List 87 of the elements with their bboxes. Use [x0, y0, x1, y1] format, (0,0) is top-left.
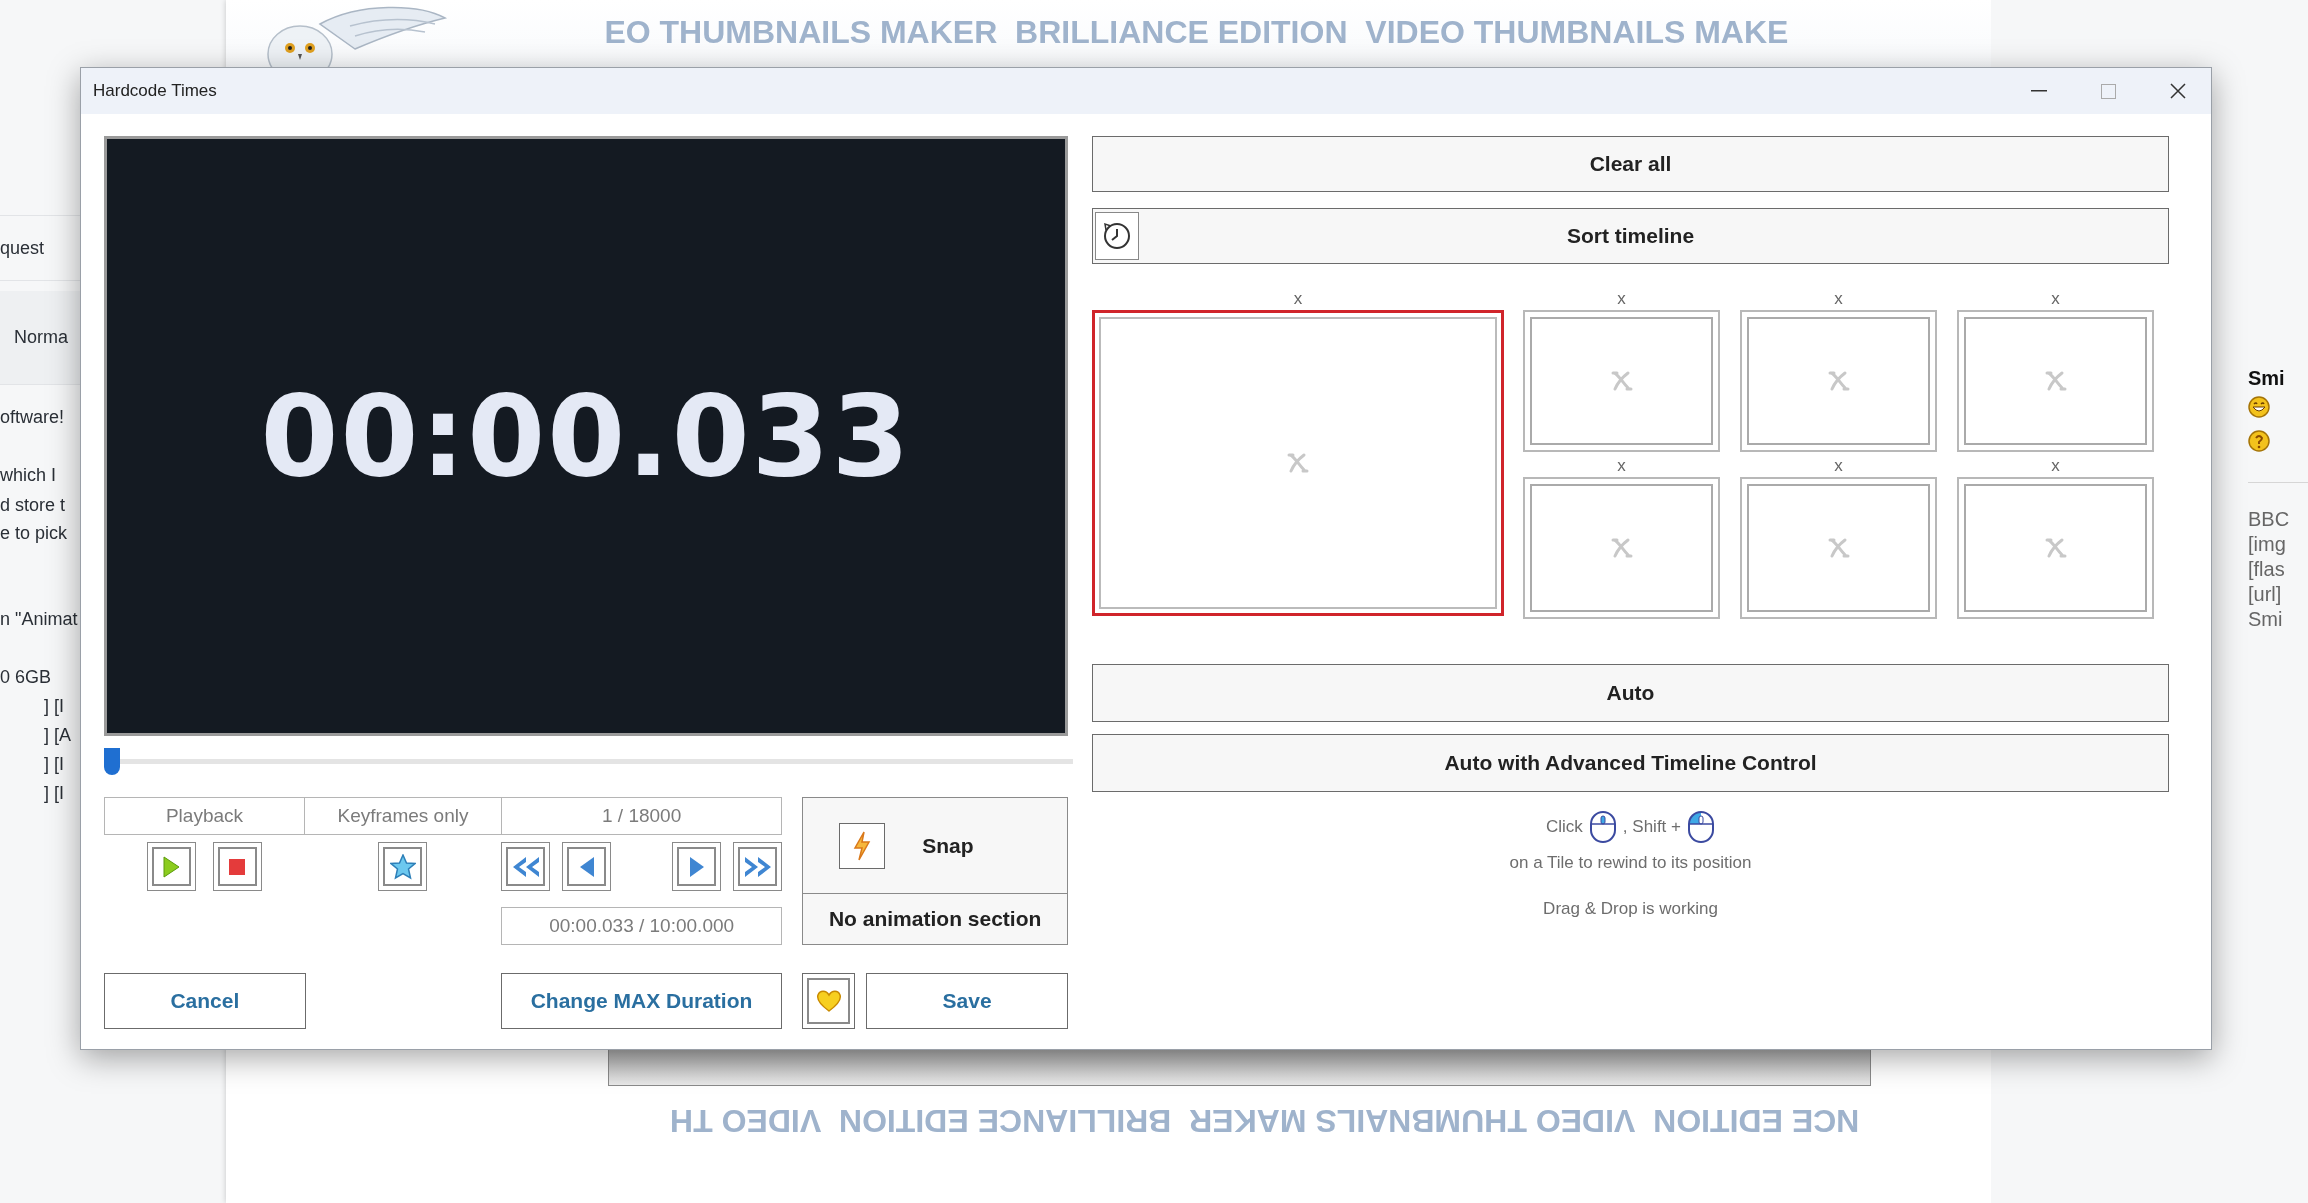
close-icon[interactable] [2170, 83, 2186, 99]
cross-icon [1609, 370, 1634, 392]
help-text: [img [2248, 532, 2287, 557]
fast-forward-button[interactable] [733, 842, 783, 891]
hint-text: , Shift + [1622, 816, 1681, 839]
right-arrow-icon [687, 855, 706, 878]
double-right-arrow-icon [742, 855, 773, 878]
hint-text: on a Tile to rewind to its position [1508, 852, 1753, 874]
post-text: ] [I [43, 782, 65, 805]
cross-icon [1826, 370, 1851, 392]
tile-close-button[interactable]: x [1617, 288, 1626, 310]
mouse-icon [1588, 810, 1617, 844]
heart-icon [815, 989, 842, 1013]
tile-close-button[interactable]: x [1617, 455, 1626, 477]
post-text: ] [I [43, 695, 65, 718]
timeline-tile[interactable] [1957, 477, 2154, 619]
tile-close-button[interactable]: x [2051, 455, 2060, 477]
timeline-tile[interactable] [1740, 310, 1937, 452]
post-text: d store t [0, 494, 67, 517]
previous-frame-button[interactable] [562, 842, 611, 891]
maximize-icon[interactable] [2101, 83, 2116, 99]
mouse-icon [1687, 810, 1715, 844]
cross-icon [1609, 537, 1634, 559]
banner-text: NCE EDITION VIDEO THUMBNAILS MAKER BRILLIANCE EDITION VIDEO TH [669, 1102, 1859, 1141]
timeline-tile[interactable] [1523, 477, 1720, 619]
cross-icon [1826, 537, 1851, 559]
snap-label: Snap [922, 832, 974, 859]
minimize-icon[interactable] [2031, 90, 2047, 92]
stop-icon [229, 858, 245, 875]
frame-counter: 1 / 18000 [601, 803, 683, 828]
tile-close-button[interactable]: x [2051, 288, 2060, 310]
post-text: n "Animat [0, 608, 79, 631]
tile-close-button[interactable]: x [1834, 288, 1843, 310]
post-text: ] [I [43, 753, 65, 776]
keyframe-button[interactable] [378, 842, 427, 891]
sort-timeline-button[interactable]: Sort timeline [1092, 208, 2169, 264]
next-frame-button[interactable] [672, 842, 722, 891]
post-text: e to pick [0, 522, 69, 545]
tile-close-button[interactable]: x [1834, 455, 1843, 477]
cross-icon [2043, 537, 2068, 559]
animation-section-label: No animation section [827, 906, 1043, 933]
hint-text: Drag & Drop is working [1542, 897, 1719, 920]
help-text: Smi [2248, 607, 2284, 632]
cross-icon [1286, 452, 1310, 474]
auto-button[interactable]: Auto [1092, 664, 2169, 722]
timecode: 00:00.033 [260, 370, 912, 503]
post-text: 0 6GB [0, 666, 53, 689]
save-button[interactable]: Save [866, 973, 1068, 1029]
play-button[interactable] [146, 842, 196, 891]
time-display: 00:00.033 / 10:00.000 [501, 907, 783, 945]
rewind-button[interactable] [501, 842, 550, 891]
star-icon [389, 853, 416, 880]
playback-label: Playback [105, 798, 305, 834]
help-text: BBC [2248, 507, 2291, 532]
favorite-button[interactable] [802, 973, 856, 1029]
post-text: oftware! [0, 406, 66, 429]
play-icon [162, 855, 180, 878]
snap-button[interactable] [839, 822, 886, 869]
cancel-button[interactable]: Cancel [104, 973, 306, 1029]
banner-text: EO THUMBNAILS MAKER BRILLIANCE EDITION VIDEO THUMBNAILS MAKE [604, 13, 1789, 52]
section-heading: Smi [2248, 366, 2286, 390]
change-duration-button[interactable]: Change MAX Duration [500, 973, 783, 1029]
timeline-slider[interactable] [104, 748, 1073, 775]
cross-icon [2043, 370, 2068, 392]
stop-button[interactable] [212, 842, 262, 891]
timeline-tile[interactable] [1092, 310, 1504, 616]
help-text: [flas [2248, 557, 2286, 582]
slider-thumb[interactable] [104, 748, 120, 775]
window-title: Hardcode Times [93, 80, 217, 103]
keyframes-label: Keyframes only [305, 798, 502, 834]
lightning-icon [852, 830, 873, 861]
post-text: ] [A [43, 724, 72, 747]
timeline-tile[interactable] [1740, 477, 1937, 619]
timeline-tile[interactable] [1957, 310, 2154, 452]
smiley-icon [2248, 396, 2270, 418]
post-text: which I [0, 464, 58, 487]
help-text: [url] [2248, 582, 2283, 607]
auto-advanced-button[interactable]: Auto with Advanced Timeline Control [1092, 734, 2169, 792]
text-area[interactable] [608, 1048, 1872, 1086]
clear-all-button[interactable]: Clear all [1092, 136, 2169, 192]
tile-close-button[interactable]: x [1293, 288, 1303, 310]
form-label: quest [0, 236, 45, 260]
hint-text: Click [1546, 816, 1583, 839]
form-label: Norma [14, 326, 68, 349]
timeline-tile[interactable] [1523, 310, 1720, 452]
question-smiley-icon [2248, 430, 2270, 452]
clock-icon [1102, 221, 1132, 251]
